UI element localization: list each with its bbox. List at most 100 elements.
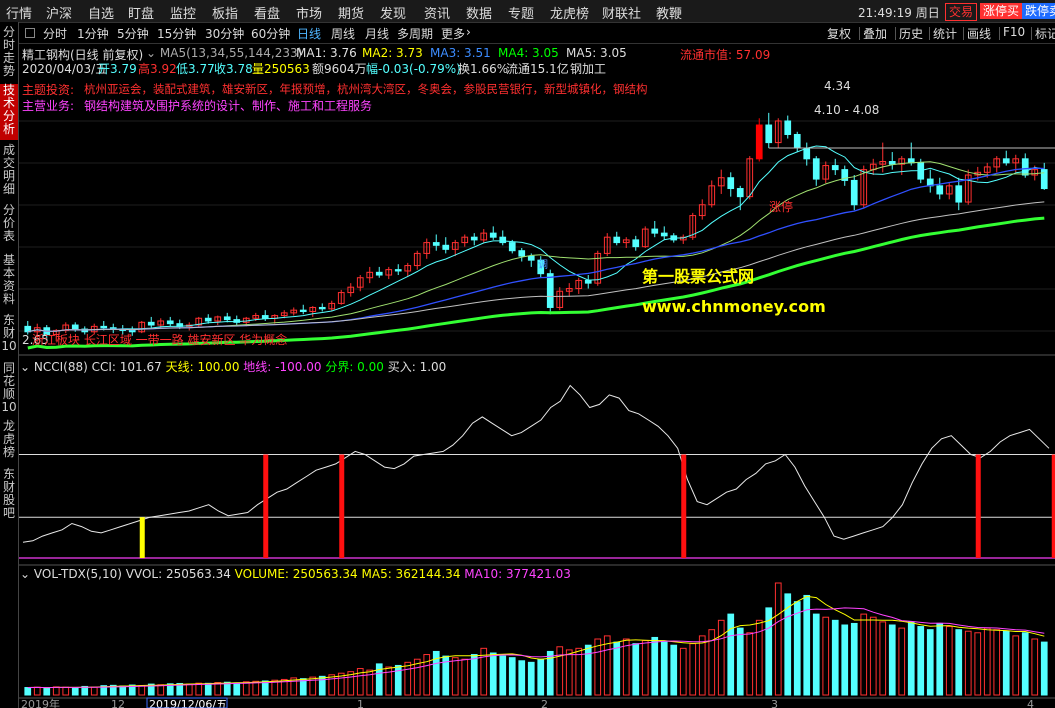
cci-buy-signal: [139, 517, 145, 558]
sidebar-item-dongcai10[interactable]: 东财10: [0, 314, 18, 354]
menu-shuju[interactable]: 数据: [466, 3, 492, 22]
volume-bar: [375, 663, 383, 696]
volume-bar: [736, 627, 744, 696]
tool-huaxian[interactable]: 画线: [967, 25, 991, 42]
ohlc-date: 2020/04/03/五: [22, 62, 108, 76]
chevron-down-icon[interactable]: ⌄: [146, 46, 156, 60]
panel-toggle-icon[interactable]: [25, 28, 35, 38]
candle-body: [1002, 158, 1010, 164]
volume-bar: [1040, 641, 1048, 696]
chevron-down-icon[interactable]: ⌄: [20, 360, 30, 374]
menu-dingpan[interactable]: 盯盘: [128, 3, 154, 22]
chevron-down-icon[interactable]: ⌄: [20, 567, 30, 581]
period-5min[interactable]: 5分钟: [117, 25, 149, 42]
chevron-right-icon[interactable]: ›: [466, 25, 471, 39]
ma-formula-text: MA5(13,34,55,144,233): [159, 46, 303, 60]
menu-cailianshe[interactable]: 财联社: [602, 3, 641, 22]
volume-bar: [917, 626, 925, 696]
tool-fuquan[interactable]: 复权: [827, 25, 851, 42]
business-text: 钢结构建筑及围护系统的设计、制作、施工和工程服务: [84, 99, 373, 113]
sidebar-item-guba[interactable]: 东财股吧: [0, 468, 18, 524]
period-30min[interactable]: 30分钟: [205, 25, 244, 42]
menu-hushen[interactable]: 沪深: [46, 3, 72, 22]
volume-bar: [71, 687, 79, 696]
volume-bar: [138, 685, 146, 696]
volume-bar: [622, 638, 630, 696]
sidebar-item-technical[interactable]: 技术分析: [0, 84, 18, 140]
date-tick-label: 2: [541, 698, 548, 708]
theme-label: 主题投资:: [22, 83, 75, 97]
volume-bar: [1021, 632, 1029, 696]
period-daily[interactable]: 日线: [297, 25, 321, 42]
menu-shichang[interactable]: 市场: [296, 3, 322, 22]
volume-bar: [233, 682, 241, 696]
period-monthly[interactable]: 月线: [365, 25, 389, 42]
vol-vvol: VVOL: 250563.34: [125, 567, 231, 581]
volume-bar: [679, 647, 687, 696]
volume-bar: [1002, 630, 1010, 696]
ohlc-low: 低3.77: [176, 62, 215, 76]
business-label: 主营业务:: [22, 99, 75, 113]
sidebar-item-basic-info[interactable]: 基本资料: [0, 254, 18, 310]
limit-up-buy-button[interactable]: 涨停买: [980, 3, 1023, 19]
tool-biaoji[interactable]: 标记: [1035, 25, 1055, 42]
menu-jiaobian[interactable]: 教鞭: [656, 3, 682, 22]
sidebar-item-trades[interactable]: 成交明细: [0, 144, 18, 200]
candle-body: [936, 185, 944, 195]
period-weekly[interactable]: 周线: [331, 25, 355, 42]
menu-zixun[interactable]: 资讯: [424, 3, 450, 22]
volume-bar: [746, 632, 754, 696]
volume-bar: [565, 649, 573, 696]
volume-bar: [850, 622, 858, 696]
ohlc-industry: 钢加工: [570, 62, 607, 76]
volume-bar: [33, 686, 41, 696]
period-15min[interactable]: 15分钟: [157, 25, 196, 42]
date-tick-label: 1: [357, 698, 364, 708]
candle-body: [651, 228, 659, 234]
candle-body: [299, 309, 307, 313]
menu-hangqing[interactable]: 行情: [6, 3, 32, 22]
sidebar-item-ths10[interactable]: 同花顺10: [0, 362, 18, 418]
candle-body: [204, 317, 212, 322]
candle-body: [394, 269, 402, 272]
period-multi[interactable]: 多周期: [397, 25, 433, 42]
menu-faxian[interactable]: 发现: [380, 3, 406, 22]
tool-lishi[interactable]: 历史: [899, 25, 923, 42]
limit-up-label: 涨停: [769, 200, 794, 214]
cci-buy-signal: [263, 454, 269, 558]
sidebar-item-fenshi[interactable]: 分时走势: [0, 26, 18, 82]
menu-zixuan[interactable]: 自选: [88, 3, 114, 22]
menu-zhuanti[interactable]: 专题: [508, 3, 534, 22]
period-1min[interactable]: 1分钟: [77, 25, 109, 42]
trade-button[interactable]: 交易: [945, 3, 978, 21]
period-60min[interactable]: 60分钟: [251, 25, 290, 42]
candle-body: [955, 185, 963, 203]
menu-banzhi[interactable]: 板指: [212, 3, 238, 22]
period-fenshi[interactable]: 分时: [43, 25, 67, 42]
kline-chart[interactable]: 2019年 12 2019/12/06/五 1 2 3 4: [19, 43, 1055, 708]
sidebar-item-price-table[interactable]: 分价表: [0, 204, 18, 248]
tool-tongji[interactable]: 统计: [933, 25, 957, 42]
tool-diejia[interactable]: 叠加: [863, 25, 887, 42]
tool-f10[interactable]: F10: [1003, 25, 1025, 39]
volume-bar: [698, 635, 706, 696]
menu-jiankong[interactable]: 监控: [170, 3, 196, 22]
clock: 21:49:19 周日: [858, 6, 940, 20]
volume-bar: [470, 654, 478, 696]
volume-bar: [461, 658, 469, 696]
limit-down-sell-button[interactable]: 跌停卖: [1022, 3, 1055, 19]
candle-body: [71, 324, 79, 330]
volume-bar: [689, 643, 697, 696]
sidebar-item-longhubang[interactable]: 龙虎榜: [0, 420, 18, 462]
volume-bar: [670, 644, 678, 696]
period-more[interactable]: 更多: [441, 25, 465, 42]
candle-body: [508, 242, 516, 252]
volume-bar: [366, 669, 374, 696]
menu-longhubang[interactable]: 龙虎榜: [550, 3, 589, 22]
candle-body: [613, 236, 621, 244]
menu-qihuo[interactable]: 期货: [338, 3, 364, 22]
watermark-title: 第一股票公式网: [642, 267, 755, 286]
menu-kanpan[interactable]: 看盘: [254, 3, 280, 22]
candle-body: [784, 120, 792, 135]
ma-formula[interactable]: ⌄ MA5(13,34,55,144,233): [146, 46, 302, 60]
